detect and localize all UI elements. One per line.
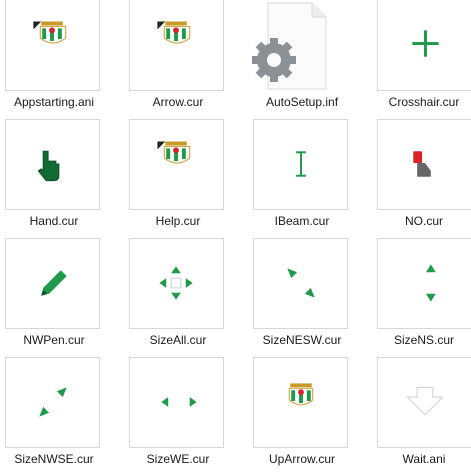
file-tile[interactable]: AutoSetup.inf	[248, 0, 366, 118]
file-thumbnail	[377, 0, 471, 91]
move-arrows-icon	[159, 266, 193, 300]
crosshair-icon	[412, 30, 439, 57]
file-tile[interactable]: Arrow.cur	[124, 0, 242, 118]
file-name: Arrow.cur	[152, 95, 204, 109]
file-name: IBeam.cur	[274, 214, 330, 228]
betis-crest-with-arrow-icon	[157, 141, 191, 164]
file-name: SizeNWSE.cur	[14, 452, 94, 466]
ibeam-icon	[296, 151, 306, 177]
file-tile[interactable]: Wait.ani	[372, 357, 471, 475]
file-thumbnail	[129, 0, 224, 91]
file-tile[interactable]: IBeam.cur	[248, 119, 366, 237]
file-tile[interactable]: SizeNESW.cur	[248, 238, 366, 356]
file-thumbnail	[129, 119, 224, 210]
file-thumbnail	[129, 357, 224, 448]
file-thumbnail	[5, 0, 100, 91]
file-name: Crosshair.cur	[388, 95, 460, 109]
file-name: UpArrow.cur	[268, 452, 336, 466]
no-cursor-icon	[413, 151, 431, 177]
file-tile[interactable]: Appstarting.ani	[0, 0, 118, 118]
file-tile[interactable]: SizeWE.cur	[124, 357, 242, 475]
file-tile[interactable]: NWPen.cur	[0, 238, 118, 356]
file-thumbnail	[377, 357, 471, 448]
file-name: SizeWE.cur	[146, 452, 210, 466]
pen-icon	[41, 270, 67, 296]
file-name: AutoSetup.inf	[265, 95, 339, 109]
file-thumbnail	[253, 357, 348, 448]
file-name: SizeNESW.cur	[262, 333, 342, 347]
file-tile[interactable]: Crosshair.cur	[372, 0, 471, 118]
file-name: NO.cur	[404, 214, 443, 228]
file-thumbnail	[129, 238, 224, 329]
file-tile[interactable]: NO.cur	[372, 119, 471, 237]
file-tile[interactable]: SizeNS.cur	[372, 238, 471, 356]
file-thumbnail	[377, 238, 471, 329]
file-tile[interactable]: Hand.cur	[0, 119, 118, 237]
file-name: SizeAll.cur	[149, 333, 207, 347]
file-tile[interactable]: SizeNWSE.cur	[0, 357, 118, 475]
resize-ns-icon	[425, 264, 436, 302]
betis-crest-with-arrow-icon	[157, 21, 191, 44]
betis-crest-icon	[288, 383, 314, 406]
settings-file-icon	[252, 2, 327, 90]
file-thumbnail	[253, 119, 348, 210]
file-name: SizeNS.cur	[393, 333, 455, 347]
file-name: Wait.ani	[402, 452, 446, 466]
file-name: Appstarting.ani	[13, 95, 95, 109]
file-thumbnail	[5, 238, 100, 329]
betis-crest-with-arrow-icon	[33, 21, 67, 44]
file-thumbnail	[5, 119, 100, 210]
file-thumbnail	[5, 357, 100, 448]
resize-we-icon	[161, 397, 197, 407]
file-thumbnail	[253, 238, 348, 329]
file-thumbnail	[377, 119, 471, 210]
file-name: Help.cur	[155, 214, 201, 228]
file-tile[interactable]: UpArrow.cur	[248, 357, 366, 475]
resize-nwse-icon	[39, 387, 67, 417]
file-tile[interactable]: SizeAll.cur	[124, 238, 242, 356]
hand-pointer-icon	[37, 150, 60, 182]
resize-nesw-icon	[287, 268, 315, 298]
file-name: NWPen.cur	[23, 333, 85, 347]
wait-arrow-icon	[406, 386, 444, 416]
file-tile[interactable]: Help.cur	[124, 119, 242, 237]
file-name: Hand.cur	[29, 214, 79, 228]
